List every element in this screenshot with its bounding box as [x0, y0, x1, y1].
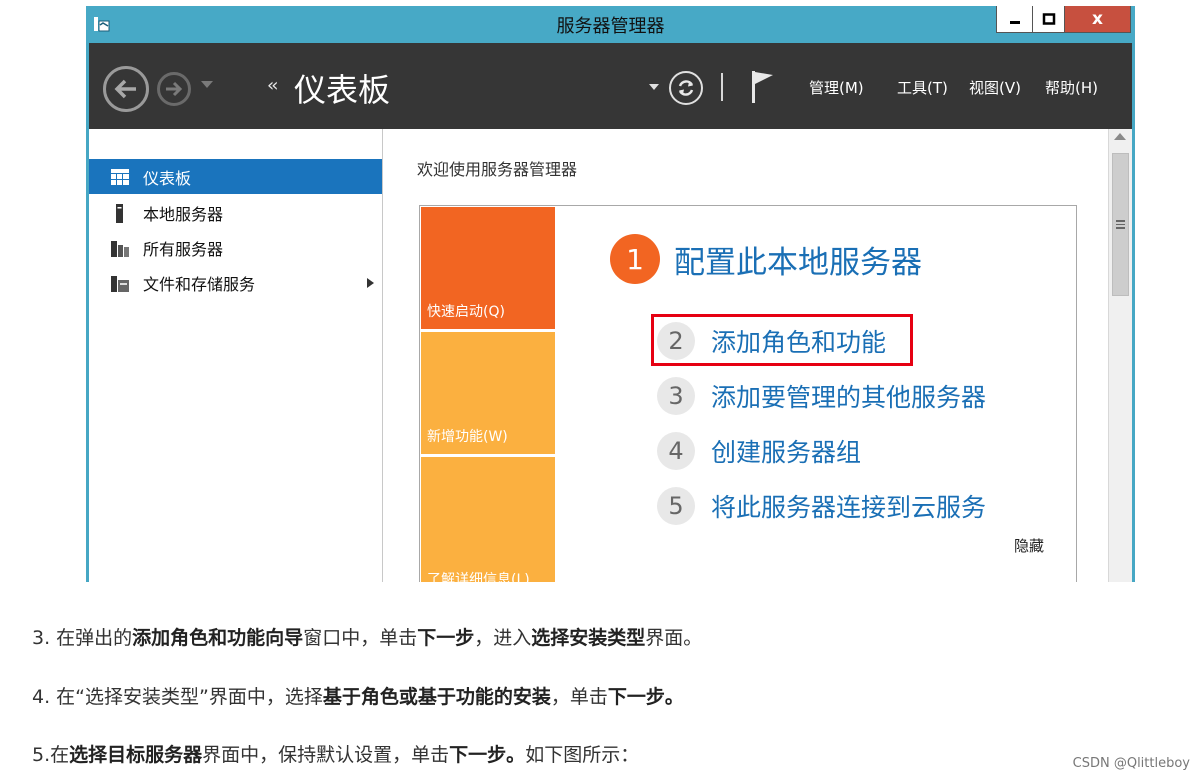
tile-learn-more[interactable]: 了解详细信息(L) — [421, 457, 555, 582]
breadcrumb-title: 仪表板 — [294, 71, 391, 109]
sidebar-item-label: 所有服务器 — [143, 239, 224, 259]
tile-label: 快速启动(Q) — [427, 304, 505, 320]
welcome-panel: 快速启动(Q) 新增功能(W) 了解详细信息(L) 1 配置此本地服务器 2 添… — [419, 205, 1077, 582]
vertical-scrollbar[interactable] — [1108, 129, 1132, 582]
bold-run: 下一步。 — [607, 686, 684, 708]
bold-run: 基于角色或基于功能的安装 — [322, 686, 551, 708]
text-run: 3. 在弹出的 — [32, 627, 133, 649]
sidebar-item-file-storage[interactable]: 文件和存储服务 — [89, 265, 382, 300]
file-storage-icon — [111, 275, 129, 292]
step-label: 添加要管理的其他服务器 — [711, 383, 987, 412]
scroll-up-icon[interactable] — [1114, 133, 1126, 140]
step-number: 3 — [657, 377, 695, 415]
submenu-arrow-icon[interactable] — [367, 278, 374, 288]
bold-run: 下一步。 — [449, 744, 526, 766]
title-bar: 服务器管理器 x — [86, 6, 1135, 43]
dashboard-content: 欢迎使用服务器管理器 快速启动(Q) 新增功能(W) 了解详细信息(L) 1 配… — [383, 129, 1108, 582]
configure-local-server-link[interactable]: 配置此本地服务器 — [674, 237, 922, 282]
menu-view[interactable]: 视图(V) — [969, 77, 1021, 98]
red-highlight-box — [651, 314, 913, 366]
instruction-step-3: 3. 在弹出的添加角色和功能向导窗口中，单击下一步，进入选择安装类型界面。 — [32, 623, 702, 650]
menu-tools[interactable]: 工具(T) — [897, 77, 948, 98]
sidebar-item-all-servers[interactable]: 所有服务器 — [89, 230, 382, 265]
text-run: 界面中，保持默认设置，单击 — [202, 744, 450, 766]
text-run: 5.在 — [32, 744, 70, 766]
back-button[interactable] — [103, 66, 149, 112]
welcome-heading: 欢迎使用服务器管理器 — [417, 160, 578, 179]
step-label: 创建服务器组 — [711, 438, 862, 467]
step-number: 4 — [657, 432, 695, 470]
csdn-watermark: CSDN @Qlittleboy — [1072, 756, 1190, 771]
minimize-button[interactable] — [996, 6, 1033, 33]
create-server-group-link[interactable]: 4 创建服务器组 — [657, 432, 861, 470]
menu-help[interactable]: 帮助(H) — [1045, 77, 1098, 98]
bold-run: 下一步 — [417, 627, 475, 649]
text-run: 4. 在“选择安装类型”界面中，选择 — [32, 686, 323, 708]
close-button[interactable]: x — [1065, 6, 1131, 33]
tile-whats-new[interactable]: 新增功能(W) — [421, 332, 555, 454]
navigation-toolbar: ‹‹ 仪表板 管理(M) 工具(T) 视图(V) 帮助(H) — [89, 43, 1132, 129]
bold-run: 选择安装类型 — [531, 627, 646, 649]
maximize-icon — [1042, 13, 1055, 25]
step-1-number: 1 — [610, 234, 660, 284]
all-servers-icon — [111, 240, 129, 257]
instruction-step-5: 5.在选择目标服务器界面中，保持默认设置，单击下一步。如下图所示： — [32, 740, 639, 767]
text-run: ，进入 — [474, 627, 532, 649]
maximize-button[interactable] — [1033, 6, 1065, 33]
text-run: ，单击 — [550, 686, 608, 708]
forward-button[interactable] — [157, 72, 191, 106]
sidebar-item-label: 本地服务器 — [143, 204, 224, 224]
forward-arrow-icon — [166, 81, 183, 97]
sidebar-item-local-server[interactable]: 本地服务器 — [89, 195, 382, 230]
instruction-step-4: 4. 在“选择安装类型”界面中，选择基于角色或基于功能的安装，单击下一步。 — [32, 682, 684, 709]
refresh-button[interactable] — [669, 71, 703, 105]
bold-run: 添加角色和功能向导 — [132, 627, 304, 649]
sidebar-item-label: 仪表板 — [143, 168, 192, 188]
hide-link[interactable]: 隐藏 — [1014, 535, 1044, 556]
step-number: 5 — [657, 487, 695, 525]
toolbar-dropdown-icon[interactable] — [649, 84, 659, 90]
refresh-icon — [678, 80, 694, 96]
breadcrumb-arrows[interactable]: ‹‹ — [267, 75, 279, 96]
scroll-grip-icon — [1116, 220, 1125, 229]
tile-label: 新增功能(W) — [427, 429, 508, 445]
local-server-icon — [116, 203, 123, 223]
sidebar: 仪表板 本地服务器 所有服务器 文件和存储服务 — [89, 129, 383, 582]
tile-quick-start[interactable]: 快速启动(Q) — [421, 207, 555, 329]
server-manager-screenshot: 服务器管理器 x ‹‹ 仪表板 管理(M) 工具(T) 视图(V) 帮助(H) … — [86, 6, 1135, 582]
connect-cloud-services-link[interactable]: 5 将此服务器连接到云服务 — [657, 487, 986, 525]
window-title: 服务器管理器 — [556, 16, 665, 37]
history-dropdown-icon[interactable] — [201, 81, 213, 88]
add-other-servers-link[interactable]: 3 添加要管理的其他服务器 — [657, 377, 986, 415]
text-run: 如下图所示： — [525, 744, 640, 766]
text-run: 窗口中，单击 — [303, 627, 418, 649]
scroll-thumb[interactable] — [1112, 153, 1129, 296]
step-label: 将此服务器连接到云服务 — [711, 493, 987, 522]
minimize-icon — [1009, 21, 1020, 24]
toolbar-separator — [721, 73, 723, 101]
back-arrow-icon — [114, 79, 136, 99]
sidebar-item-label: 文件和存储服务 — [143, 274, 256, 294]
dashboard-icon — [111, 168, 129, 185]
tile-label: 了解详细信息(L) — [427, 572, 530, 582]
notifications-flag-icon[interactable] — [749, 69, 777, 105]
text-run: 界面。 — [645, 627, 703, 649]
menu-manage[interactable]: 管理(M) — [809, 77, 864, 98]
sidebar-item-dashboard[interactable]: 仪表板 — [89, 159, 382, 194]
bold-run: 选择目标服务器 — [69, 744, 203, 766]
